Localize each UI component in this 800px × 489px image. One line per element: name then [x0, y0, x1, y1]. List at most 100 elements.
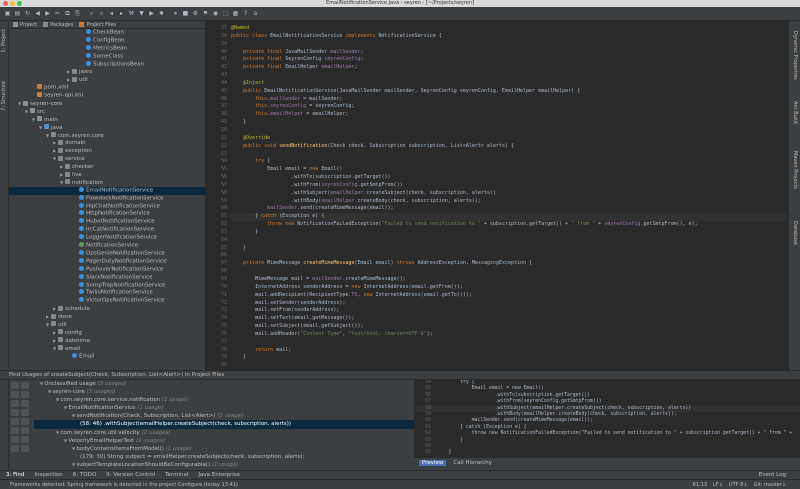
code-line[interactable] — [231, 237, 786, 245]
tree-item[interactable]: ▼ java — [9, 124, 205, 132]
code-line[interactable]: public EmailNotificationService(JavaMail… — [231, 88, 786, 96]
code-line[interactable]: @Inject — [231, 80, 786, 88]
tree-item[interactable]: CheckBean — [9, 29, 205, 37]
code-line[interactable]: mail.addRecipient(RecipientType.TO, new … — [231, 292, 786, 300]
toolbar-button-icon[interactable]: ⏸ — [171, 9, 180, 18]
code-line[interactable]: mail.setText(email.getMessage()); — [231, 315, 786, 323]
tree-item[interactable]: seyren-api.iml — [9, 92, 205, 100]
toolbar-button-icon[interactable]: ⌕ — [87, 9, 96, 18]
tool-tab-event-log[interactable]: Event Log — [759, 472, 786, 478]
tree-item[interactable]: VictorOpsNotificationService — [9, 297, 205, 305]
toolbar-button-icon[interactable]: ◀ — [33, 9, 42, 18]
usage-row[interactable]: ▼ com.seyren.core.service.notification (… — [34, 396, 414, 404]
tool-tab-version-control[interactable]: 9: Version Control — [106, 472, 155, 478]
find-tool-button-icon[interactable] — [11, 436, 19, 443]
tree-item[interactable]: EmailNotificationService — [9, 186, 205, 195]
toolbar-button-icon[interactable]: ⌕ — [97, 9, 106, 18]
tree-item[interactable]: SlackNotificationService — [9, 273, 205, 282]
toolbar-button-icon[interactable]: ◂ — [107, 9, 116, 18]
toolbar-button-icon[interactable]: ▼ — [137, 9, 146, 18]
tree-item[interactable]: PushoverNotificationService — [9, 265, 205, 274]
code-line[interactable]: mail.addHeader("Content-Type", "text/htm… — [231, 331, 786, 339]
usage-row[interactable]: ▼ VelocityEmailHelperTest (2 usages) — [34, 437, 414, 445]
find-tool-button-icon[interactable] — [21, 382, 29, 389]
find-tool-button-icon[interactable] — [21, 409, 29, 416]
toolbar-button-icon[interactable]: ✹ — [157, 9, 166, 18]
tree-item[interactable]: SnmpTrapNotificationService — [9, 281, 205, 290]
toolbar-button-icon[interactable]: ▶ — [147, 9, 156, 18]
code-line[interactable]: private MimeMessage createMimeMessage(Em… — [231, 260, 786, 268]
find-tool-button-icon[interactable] — [21, 427, 29, 434]
toolbar-button-icon[interactable]: ? — [241, 9, 250, 18]
toolbar-button-icon[interactable]: ▦ — [231, 9, 240, 18]
toolbar-button-icon[interactable]: ✂ — [53, 9, 62, 18]
tree-item[interactable]: ▼ service — [9, 155, 205, 163]
code-line[interactable]: public void sendNotification(Check check… — [231, 143, 786, 151]
tree-item[interactable]: SomeClass — [9, 52, 205, 61]
tree-item[interactable]: ▶ live — [9, 171, 205, 179]
code-line[interactable]: } — [231, 354, 786, 362]
tree-item[interactable]: HttpNotificationService — [9, 210, 205, 218]
window-controls[interactable] — [3, 1, 22, 6]
toolbar-button-icon[interactable]: ⚙ — [191, 9, 200, 18]
code-line[interactable]: throw new NotificationFailedException("F… — [231, 221, 786, 229]
tab-call-hierarchy[interactable]: Call Hierarchy — [450, 460, 495, 466]
tree-item[interactable]: Email — [9, 352, 205, 361]
toolbar-button-icon[interactable]: ⧉ — [63, 9, 72, 18]
find-tool-button-icon[interactable] — [11, 391, 19, 398]
find-tool-button-icon[interactable] — [11, 418, 19, 425]
tree-item[interactable]: ▶ datetime — [9, 337, 205, 345]
code-line[interactable]: } — [231, 229, 786, 237]
usage-row[interactable]: ▼ bodyContainsItemsFromModel() (1 usage) — [34, 445, 414, 453]
code-line[interactable] — [231, 362, 786, 370]
tree-item[interactable]: ▶ store — [9, 313, 205, 321]
tree-item[interactable]: OpsGenieNotificationService — [9, 249, 205, 258]
code-line[interactable]: return mail; — [231, 347, 786, 355]
code-line[interactable] — [231, 72, 786, 80]
code-line[interactable]: private final EmailHelper emailHelper; — [231, 64, 786, 72]
tree-item[interactable]: ▶ domain — [9, 139, 205, 147]
code-line[interactable]: } — [231, 119, 786, 127]
toolbar-button-icon[interactable]: ▶ — [43, 9, 52, 18]
code-line[interactable]: InternetAddress senderAddress = new Inte… — [231, 284, 786, 292]
toolbar-button-icon[interactable]: ↻ — [23, 9, 32, 18]
code-editor[interactable]: 37 38 39 40 41 42 43 44 45 46 47 48 49 50 51 52 53 54 55 56… — [206, 21, 788, 370]
find-tool-button-icon[interactable] — [11, 409, 19, 416]
tree-item[interactable]: ▶ jaxrs — [9, 68, 205, 76]
tree-item[interactable]: ▼ main — [9, 116, 205, 124]
tree-item[interactable]: ▼ email — [9, 345, 205, 353]
tool-tab-find[interactable]: 3: Find — [6, 472, 24, 478]
tree-item[interactable]: SubscriptionsBean — [9, 60, 205, 69]
tree-item[interactable]: NotificationService — [9, 242, 205, 250]
find-tool-button-icon[interactable] — [11, 400, 19, 407]
usage-row[interactable]: (179: 30) String subject = emailHelper.c… — [34, 453, 414, 461]
find-tool-button-icon[interactable] — [21, 391, 29, 398]
code-line[interactable]: mail.setFrom(senderAddress); — [231, 307, 786, 315]
usage-row[interactable]: ▼ EmailNotificationService (1 usage) — [34, 404, 414, 412]
toolbar-button-icon[interactable]: ▤ — [13, 9, 22, 18]
status-message[interactable]: Frameworks detected: Spring framework is… — [10, 482, 238, 488]
tool-tab-dynamic-properties[interactable]: Dynamic Properties — [792, 31, 798, 80]
code-line[interactable]: } — [231, 245, 786, 253]
line-separator[interactable]: LF↓ — [713, 480, 723, 489]
toolbar-button-icon[interactable]: ▸ — [117, 9, 126, 18]
file-encoding[interactable]: UTF-8↓ — [729, 480, 748, 489]
code-line[interactable] — [231, 252, 786, 260]
tree-item[interactable]: PagerDutyNotificationService — [9, 257, 205, 266]
tree-item[interactable]: ▼ notification — [9, 179, 205, 187]
tree-item[interactable]: ▶ util — [9, 76, 205, 84]
find-tool-button-icon[interactable] — [21, 445, 29, 452]
tool-tab-database[interactable]: Database — [792, 221, 798, 245]
close-window-button[interactable] — [3, 1, 8, 6]
toolbar-button-icon[interactable]: ⬚ — [221, 9, 230, 18]
tab-packages[interactable]: Packages — [43, 22, 73, 28]
minimize-window-button[interactable] — [10, 1, 15, 6]
usage-row[interactable]: (58: 46) .withSubject(emailHelper.create… — [34, 420, 414, 429]
code-line[interactable]: mail.setSubject(email.getSubject()); — [231, 323, 786, 331]
code-line[interactable]: try { — [231, 158, 786, 166]
tool-tab-todo[interactable]: 6: TODO — [73, 472, 96, 478]
code-line[interactable]: this.mailSender = mailSender; — [231, 96, 786, 104]
code-line[interactable]: private final JavaMailSender mailSender; — [231, 49, 786, 57]
usage-row[interactable]: ▼ subjectTemplateLocationShouldBeConfigu… — [34, 461, 414, 469]
toolbar-button-icon[interactable]: ▣ — [3, 9, 12, 18]
